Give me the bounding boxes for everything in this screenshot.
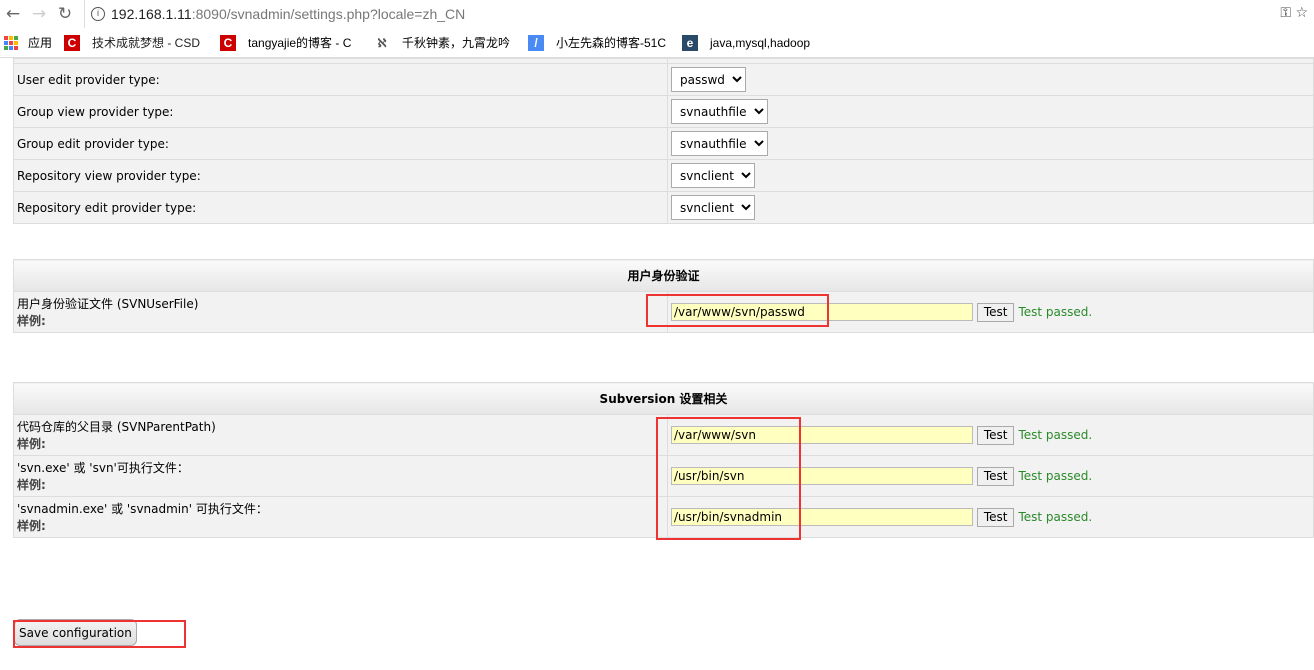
test-status: Test passed. — [1018, 509, 1093, 524]
site-icon: e — [682, 34, 699, 51]
bookmark-csdn[interactable]: C 技术成就梦想 - CSD — [64, 34, 204, 51]
subversion-settings-table: Subversion 设置相关 代码仓库的父目录 (SVNParentPath)… — [13, 382, 1314, 538]
key-star-icons[interactable]: ⚿ ☆ — [1280, 5, 1308, 21]
bookmark-label: tangyajie的博客 - C — [248, 36, 352, 50]
svnadmin-executable-input[interactable] — [671, 508, 973, 526]
test-status: Test passed. — [1018, 427, 1093, 442]
table-row: 'svnadmin.exe' 或 'svnadmin' 可执行文件： 样例: Te… — [13, 496, 1314, 538]
section-title: 用户身份验证 — [13, 259, 1314, 292]
save-configuration-button[interactable]: Save configuration — [14, 619, 137, 646]
svn-executable-input[interactable] — [671, 467, 973, 485]
setting-label: 用户身份验证文件 (SVNUserFile) — [17, 297, 199, 311]
forward-icon[interactable]: → — [26, 4, 52, 24]
setting-label: Group view provider type: — [13, 95, 668, 128]
apps-icon — [4, 35, 18, 50]
example-label: 样例: — [17, 314, 46, 328]
address-bar[interactable]: i 192.168.1.11:8090/svnadmin/settings.ph… — [84, 0, 1314, 28]
setting-label: Group edit provider type: — [13, 127, 668, 160]
info-icon[interactable]: i — [91, 7, 105, 21]
example-label: 样例: — [17, 478, 46, 492]
table-row: Group edit provider type: svnauthfile — [13, 127, 1314, 160]
bookmark-label: 应用 — [28, 36, 53, 50]
feather-icon: / — [528, 34, 544, 51]
bookmark-label: 千秋钟素，九霄龙吟 — [402, 36, 511, 50]
setting-label: Repository view provider type: — [13, 159, 668, 192]
reload-icon[interactable]: ↻ — [52, 4, 78, 24]
setting-label: Repository edit provider type: — [13, 191, 668, 224]
bookmark-label: 小左先森的博客-51C — [556, 36, 667, 50]
test-button[interactable]: Test — [976, 507, 1015, 527]
table-row: Repository edit provider type: svnclient — [13, 191, 1314, 224]
csdn-icon: C — [64, 34, 81, 51]
setting-label: User edit provider type: — [13, 63, 668, 96]
test-button[interactable]: Test — [976, 466, 1015, 486]
test-button[interactable]: Test — [976, 425, 1015, 445]
svn-parent-path-input[interactable] — [671, 426, 973, 444]
table-row: 代码仓库的父目录 (SVNParentPath) 样例: TestTest pas… — [13, 414, 1314, 456]
test-button[interactable]: Test — [976, 302, 1015, 322]
user-edit-provider-select[interactable]: passwd — [671, 67, 746, 92]
bookmark-apps[interactable]: 应用 — [28, 34, 52, 51]
back-icon[interactable]: ← — [0, 4, 26, 24]
setting-label: 代码仓库的父目录 (SVNParentPath) — [17, 420, 216, 434]
auth-settings-table: 用户身份验证 用户身份验证文件 (SVNUserFile) 样例: TestTes… — [13, 259, 1314, 333]
url-host: 192.168.1.11 — [111, 6, 192, 22]
group-edit-provider-select[interactable]: svnauthfile — [671, 131, 768, 156]
bookmarks-bar: 应用 C 技术成就梦想 - CSD Ctangyajie的博客 - C ℵ 千秋钟素… — [0, 28, 1314, 58]
example-label: 样例: — [17, 519, 46, 533]
csdn-icon: C — [220, 34, 237, 51]
test-status: Test passed. — [1018, 304, 1093, 319]
bookmark-qianqiu[interactable]: ℵ 千秋钟素，九霄龙吟 — [374, 34, 512, 51]
provider-settings-table: User edit provider type: passwd Group vie… — [13, 58, 1314, 224]
bookmark-java[interactable]: e java,mysql,hadoop — [682, 34, 811, 51]
table-row: Group view provider type: svnauthfile — [13, 95, 1314, 128]
setting-label: 'svn.exe' 或 'svn'可执行文件： — [17, 461, 189, 475]
example-label: 样例: — [17, 437, 46, 451]
svn-user-file-input[interactable] — [671, 303, 973, 321]
setting-label: 'svnadmin.exe' 或 'svnadmin' 可执行文件： — [17, 502, 268, 516]
repo-edit-provider-select[interactable]: svnclient — [671, 195, 755, 220]
group-view-provider-select[interactable]: svnauthfile — [671, 99, 768, 124]
bookmark-label: java,mysql,hadoop — [710, 35, 811, 50]
bookmark-label: 技术成就梦想 - CSD — [92, 36, 201, 50]
repo-view-provider-select[interactable]: svnclient — [671, 163, 755, 188]
bookmark-xiaozuo[interactable]: / 小左先森的博客-51C — [528, 34, 666, 51]
table-row: 'svn.exe' 或 'svn'可执行文件： 样例: TestTest pass… — [13, 455, 1314, 497]
browser-toolbar: ← → ↻ i 192.168.1.11:8090/svnadmin/setti… — [0, 0, 1314, 28]
blog-icon: ℵ — [377, 35, 387, 50]
table-row: 用户身份验证文件 (SVNUserFile) 样例: TestTest passe… — [13, 291, 1314, 333]
url-path: :8090/svnadmin/settings.php?locale=zh_CN — [191, 6, 466, 22]
bookmark-tangyajie[interactable]: Ctangyajie的博客 - C — [220, 34, 358, 51]
table-row: Repository view provider type: svnclient — [13, 159, 1314, 192]
table-row: User edit provider type: passwd — [13, 63, 1314, 96]
test-status: Test passed. — [1018, 468, 1093, 483]
section-title: Subversion 设置相关 — [13, 382, 1314, 415]
